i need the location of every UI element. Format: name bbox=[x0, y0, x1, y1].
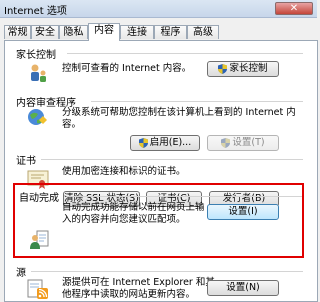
tab-strip: 常规 安全 隐私 内容 连接 程序 高级 bbox=[4, 23, 316, 41]
parental-controls-icon bbox=[27, 62, 49, 87]
autocomplete-description-line2: 入的内容并向您建议匹配项。 bbox=[62, 214, 186, 225]
autocomplete-description-line1: 自动完成功能存储以前在网页上输 bbox=[62, 202, 205, 213]
parental-controls-description: 控制可查看的 Internet 内容。 bbox=[62, 63, 192, 74]
tab-security[interactable]: 安全 bbox=[31, 25, 59, 39]
parental-controls-button[interactable]: 家长控制 bbox=[207, 61, 279, 77]
certificates-title: 证书 bbox=[16, 156, 36, 167]
parental-controls-title: 家长控制 bbox=[16, 50, 56, 61]
parental-controls-button-label: 家长控制 bbox=[229, 63, 268, 74]
feeds-description-line2: 他程序中读取的网站更新内容。 bbox=[62, 289, 196, 300]
title-bar: Internet 选项 ✕ bbox=[0, 0, 317, 18]
content-advisor-settings-label: 设置(T) bbox=[232, 137, 265, 148]
uac-shield-icon bbox=[218, 63, 228, 74]
autocomplete-settings-button[interactable]: 设置(I) bbox=[207, 204, 279, 220]
tab-content[interactable]: 内容 bbox=[88, 23, 120, 41]
close-icon: ✕ bbox=[289, 3, 299, 14]
autocomplete-title: 自动完成 bbox=[19, 193, 59, 204]
feeds-settings-button[interactable]: 设置(N) bbox=[207, 280, 279, 296]
tab-privacy[interactable]: 隐私 bbox=[59, 25, 88, 39]
content-advisor-settings-button[interactable]: 设置(T) bbox=[207, 135, 279, 151]
content-advisor-icon bbox=[26, 107, 48, 132]
uac-shield-icon bbox=[138, 137, 148, 148]
certificates-description: 使用加密连接和标识的证书。 bbox=[62, 166, 186, 177]
section-divider bbox=[67, 53, 303, 54]
section-divider bbox=[41, 159, 303, 160]
feeds-description-line1: 源提供可在 Internet Explorer 和其 bbox=[62, 277, 215, 288]
feeds-title: 源 bbox=[16, 268, 26, 279]
tab-connections[interactable]: 连接 bbox=[120, 25, 154, 39]
content-advisor-description-line1: 分级系统可帮助您控制在该计算机上看到的 Internet 内 bbox=[62, 107, 296, 118]
section-divider bbox=[67, 196, 303, 197]
autocomplete-icon bbox=[28, 229, 50, 254]
section-divider bbox=[91, 101, 303, 102]
tab-programs[interactable]: 程序 bbox=[154, 25, 187, 39]
uac-shield-icon bbox=[221, 137, 231, 148]
tab-advanced[interactable]: 高级 bbox=[187, 25, 219, 39]
feeds-icon bbox=[27, 279, 49, 302]
window-title: Internet 选项 bbox=[4, 6, 67, 17]
tab-general[interactable]: 常规 bbox=[4, 25, 31, 39]
content-panel: 家长控制 控制可查看的 Internet 内容。 家长控制 内容审查程序 分级系… bbox=[4, 40, 318, 302]
close-button[interactable]: ✕ bbox=[275, 2, 313, 15]
content-advisor-description-line2: 容。 bbox=[62, 119, 82, 130]
content-advisor-enable-button[interactable]: 启用(E)... bbox=[130, 135, 200, 151]
content-advisor-enable-label: 启用(E)... bbox=[149, 137, 192, 148]
section-divider bbox=[31, 271, 303, 272]
